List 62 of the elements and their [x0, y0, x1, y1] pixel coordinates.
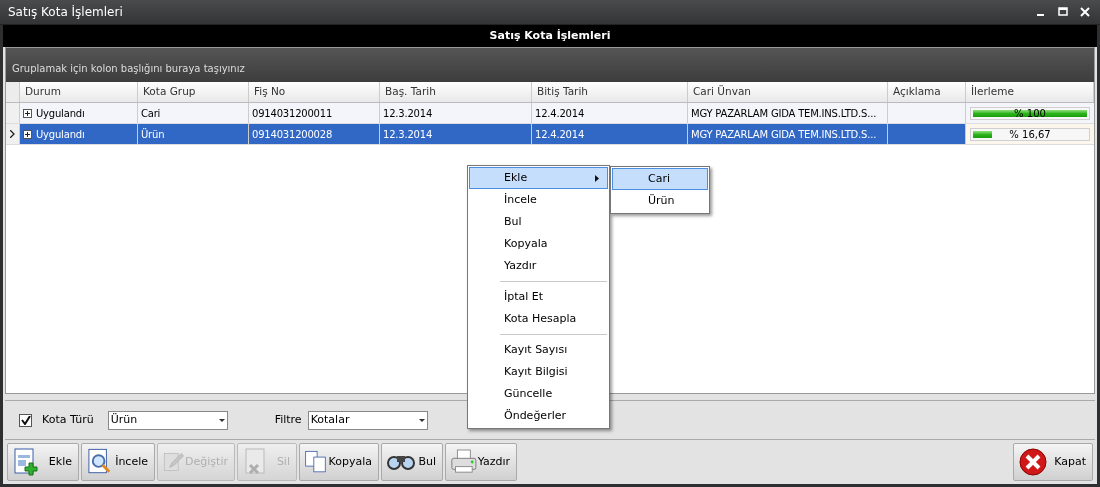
menu-item[interactable]: Öndeğerler	[469, 405, 608, 427]
submenu-arrow-icon	[595, 174, 599, 182]
row-indicator[interactable]	[6, 124, 20, 144]
toolbar-button[interactable]: Kapat	[1013, 443, 1093, 481]
progress-label: % 100	[1013, 107, 1047, 119]
table-cell: 12.3.2014	[380, 103, 532, 123]
menu-item[interactable]: İptal Et	[469, 286, 608, 308]
expand-icon[interactable]	[23, 129, 32, 139]
table-cell: Cari	[138, 103, 249, 123]
toolbar-button[interactable]: İncele	[81, 443, 155, 481]
column-header[interactable]: Baş. Tarih	[380, 82, 532, 102]
table-cell: 0914031200028	[249, 124, 380, 144]
column-header[interactable]: Açıklama	[888, 82, 966, 102]
dropdown[interactable]: Kotalar	[307, 410, 428, 430]
menu-item[interactable]: Bul	[469, 211, 608, 233]
toolbar-button[interactable]: Ekle	[7, 443, 79, 481]
field-label: Kota Türü	[42, 411, 94, 428]
caret-icon	[218, 418, 225, 422]
table-row[interactable]: Uygulandı Cari 0914031200011 12.3.2014 12.4.2014 MGY PAZARLAM GIDA TEM.INS.LTD.S... % 100	[6, 103, 1094, 124]
window-title: Satış Kota İşlemleri	[8, 4, 123, 21]
dropdown[interactable]: Ürün	[107, 410, 228, 430]
caret-icon	[418, 418, 425, 422]
table-cell: 12.4.2014	[532, 124, 688, 144]
table-cell: MGY PAZARLAM GIDA TEM.INS.LTD.S...	[688, 103, 888, 123]
toolbar-button[interactable]: Bul	[381, 443, 443, 481]
menu-item[interactable]: Kayıt Bilgisi	[469, 361, 608, 383]
menu-item[interactable]: Kota Hesapla	[469, 308, 608, 330]
column-header[interactable]: Durum	[20, 82, 138, 102]
progress-label: % 16,67	[1008, 128, 1052, 140]
column-header[interactable]: Bitiş Tarih	[532, 82, 688, 102]
column-header[interactable]: İlerleme	[966, 82, 1094, 102]
toolbar-button[interactable]: Yazdır	[445, 443, 517, 481]
menu-item[interactable]: Ürün	[612, 190, 708, 212]
panel-title: Satış Kota İşlemleri	[489, 27, 611, 44]
checkbox[interactable]	[19, 413, 32, 427]
table-cell: 12.4.2014	[532, 103, 688, 123]
menu-item[interactable]: Kopyala	[469, 233, 608, 255]
field-label: Filtre	[274, 411, 302, 428]
column-header[interactable]: Fiş No	[249, 82, 380, 102]
group-hint: Gruplamak için kolon başlığını buraya taşıyınız	[12, 62, 245, 76]
row-pointer-icon	[10, 130, 15, 138]
table-row[interactable]: Uygulandı Ürün 0914031200028 12.3.2014 12.4.2014 MGY PAZARLAM GIDA TEM.INS.LTD.S... % 16,67	[6, 124, 1094, 145]
table-cell: Ürün	[138, 124, 249, 144]
table-cell-text: Uygulandı	[36, 127, 85, 142]
close-icon[interactable]	[1080, 7, 1090, 17]
maximize-icon[interactable]	[1058, 7, 1068, 17]
menu-item[interactable]: Güncelle	[469, 383, 608, 405]
menu-item[interactable]: Cari	[612, 168, 708, 190]
menu-item[interactable]: Kayıt Sayısı	[469, 339, 608, 361]
close-icon	[1018, 447, 1048, 477]
menu-item[interactable]: Yazdır	[469, 255, 608, 277]
toolbar-button[interactable]: Kopyala	[299, 443, 379, 481]
column-header[interactable]: Cari Ünvan	[688, 82, 888, 102]
table-cell: 12.3.2014	[380, 124, 532, 144]
table-cell: 0914031200011	[249, 103, 380, 123]
header-corner	[6, 82, 20, 102]
menu-item[interactable]: İncele	[469, 189, 608, 211]
table-cell-text: Uygulandı	[36, 106, 85, 121]
table-cell: MGY PAZARLAM GIDA TEM.INS.LTD.S...	[688, 124, 888, 144]
menu-item[interactable]: Ekle	[469, 167, 608, 189]
expand-icon[interactable]	[23, 108, 32, 118]
column-header[interactable]: Kota Grup	[138, 82, 249, 102]
